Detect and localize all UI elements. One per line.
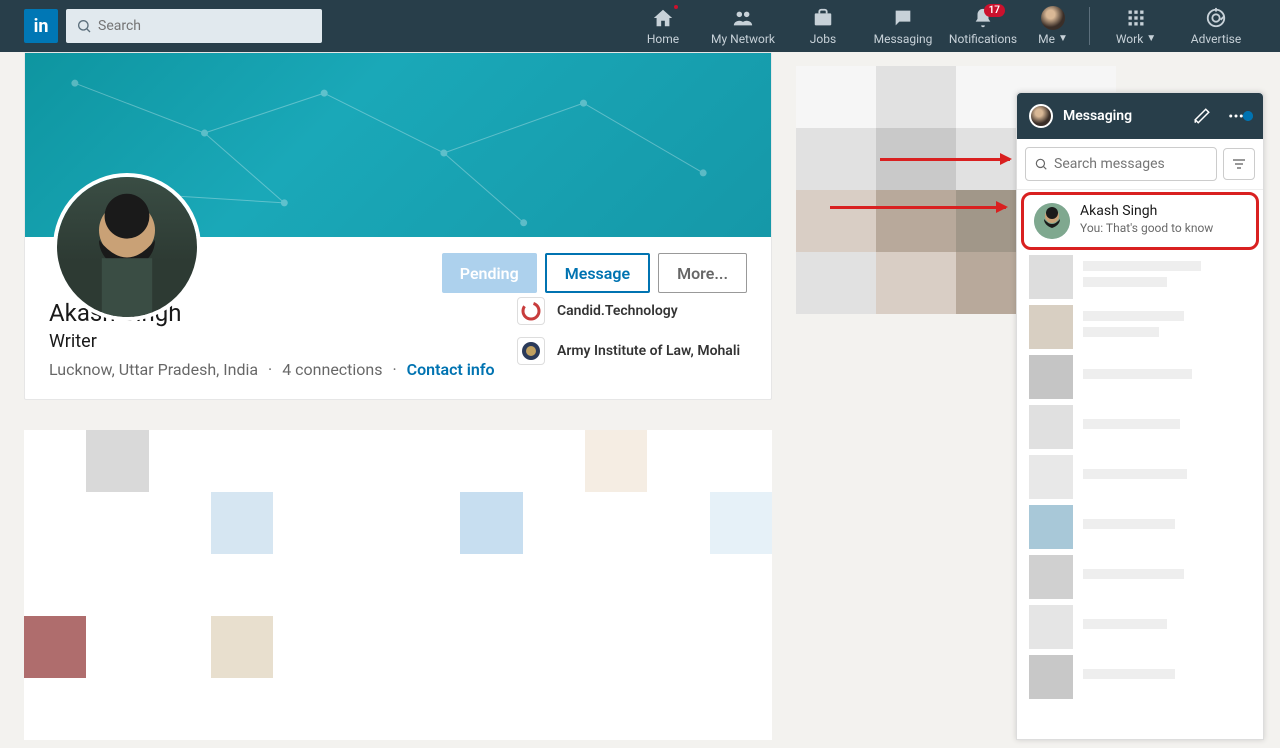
caret-down-icon: ▼ [1058,33,1068,45]
target-icon [1205,6,1227,30]
message-button[interactable]: Message [545,253,650,293]
nav-advertise[interactable]: Advertise [1176,0,1256,52]
profile-headline: Writer [49,331,517,352]
nav-me[interactable]: Me▼ [1023,0,1083,52]
nav-network[interactable]: My Network [703,0,783,52]
filter-icon[interactable] [1223,148,1255,180]
nav-notifications[interactable]: 17 Notifications [943,0,1023,52]
home-icon [652,6,674,30]
company-row[interactable]: Candid.Technology [517,297,747,325]
home-dot-badge [673,4,679,10]
contact-info-link[interactable]: Contact info [407,360,495,379]
thread-avatar [1034,203,1070,239]
messaging-icon [892,6,914,30]
redacted-thread [1017,252,1263,302]
messaging-header[interactable]: Messaging [1017,93,1263,139]
redacted-thread [1017,552,1263,602]
redacted-content [24,430,772,740]
messaging-list: Akash Singh You: That's good to know [1017,190,1263,739]
messaging-me-avatar [1029,104,1053,128]
profile-connections[interactable]: 4 connections [282,360,382,379]
profile-location-row: Lucknow, Uttar Pradesh, India · 4 connec… [49,360,517,379]
school-row[interactable]: Army Institute of Law, Mohali [517,337,747,365]
compose-icon[interactable] [1193,107,1217,125]
messaging-search-input[interactable] [1054,156,1208,172]
jobs-icon [812,6,834,30]
nav-home[interactable]: Home [623,0,703,52]
global-search[interactable] [66,9,322,43]
grid-icon [1126,6,1146,30]
search-icon [76,18,92,34]
profile-location: Lucknow, Uttar Pradesh, India [49,360,258,379]
nav-work[interactable]: Work▼ [1096,0,1176,52]
linkedin-logo[interactable]: in [24,9,58,43]
redacted-thread [1017,502,1263,552]
redacted-thread [1017,652,1263,702]
messaging-title: Messaging [1063,108,1183,124]
redacted-thread [1017,402,1263,452]
thread-preview: You: That's good to know [1080,221,1213,235]
search-input[interactable] [98,18,312,34]
network-icon [732,6,754,30]
profile-photo[interactable] [53,173,201,321]
redacted-thread [1017,452,1263,502]
notifications-badge: 17 [984,4,1005,17]
nav-messaging[interactable]: Messaging [863,0,943,52]
profile-card: Pending Message More... Akash Singh Writ… [24,52,772,400]
school-icon [517,337,545,365]
more-button[interactable]: More... [658,253,747,293]
nav-items: Home My Network Jobs Messaging 17 Notifi… [623,0,1256,52]
annotation-arrow [880,158,1010,161]
nav-jobs[interactable]: Jobs [783,0,863,52]
pending-button[interactable]: Pending [442,253,537,293]
search-icon [1034,157,1048,171]
redacted-thread [1017,302,1263,352]
company-icon [517,297,545,325]
thread-name: Akash Singh [1080,203,1213,219]
redacted-thread [1017,352,1263,402]
caret-down-icon: ▼ [1146,33,1156,45]
nav-divider [1089,7,1090,45]
messaging-search[interactable] [1025,147,1217,181]
me-avatar [1041,6,1065,30]
messaging-panel: Messaging Akash Singh You: That's good t… [1016,92,1264,740]
message-thread[interactable]: Akash Singh You: That's good to know [1021,192,1259,250]
annotation-arrow [830,206,1006,209]
top-nav: in Home My Network Jobs Messaging 17 Not… [0,0,1280,52]
redacted-thread [1017,602,1263,652]
